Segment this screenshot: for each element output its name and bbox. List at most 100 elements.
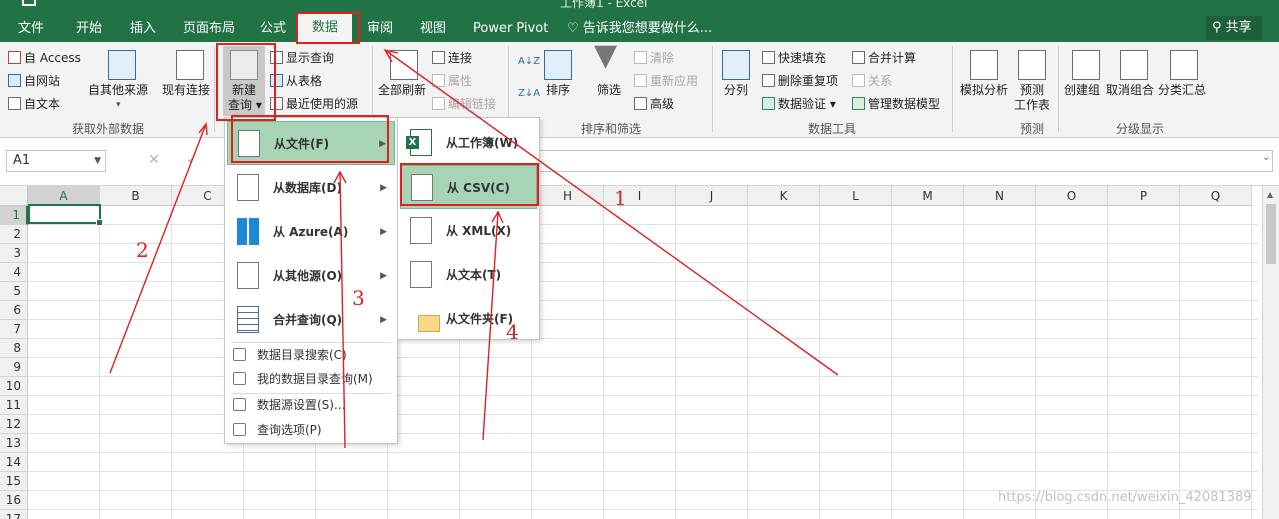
recent-sources-button[interactable]: 最近使用的源 [270, 96, 358, 112]
consolidate-button[interactable]: 合并计算 [852, 50, 916, 66]
row-header[interactable]: 7 [0, 320, 28, 339]
row-header[interactable]: 14 [0, 453, 28, 472]
tab-insert[interactable]: 插入 [128, 18, 158, 42]
data-validation-button[interactable]: 数据验证 ▾ [762, 96, 836, 112]
row-header[interactable]: 2 [0, 225, 28, 244]
create-group-button[interactable]: 创建组 [1064, 83, 1100, 98]
worksheet-grid[interactable] [28, 206, 1258, 519]
save-icon[interactable] [22, 0, 36, 6]
column-header[interactable]: K [748, 186, 820, 206]
sort-desc-icon[interactable]: Z↓A [518, 86, 540, 102]
sort-button[interactable]: 排序 [546, 83, 570, 98]
row-header[interactable]: 12 [0, 415, 28, 434]
row-header[interactable]: 16 [0, 491, 28, 510]
tell-me-search[interactable]: ♡ 告诉我您想要做什么... [567, 18, 712, 40]
advanced-filter-button[interactable]: 高级 [634, 96, 674, 112]
from-web-button[interactable]: 自网站 [8, 73, 60, 89]
cancel-icon[interactable]: ✕ [148, 152, 160, 168]
properties-button[interactable]: 属性 [432, 73, 472, 89]
sort-asc-icon[interactable]: A↓Z [518, 54, 540, 70]
row-header[interactable]: 1 [0, 206, 28, 225]
vertical-scrollbar[interactable]: ▲ [1262, 186, 1279, 519]
connections-button[interactable]: 连接 [432, 50, 472, 66]
row-header[interactable]: 10 [0, 377, 28, 396]
show-queries-button[interactable]: 显示查询 [270, 50, 334, 66]
forecast-sheet-label-1[interactable]: 预测 [1020, 83, 1044, 98]
flash-fill-button[interactable]: 快速填充 [762, 50, 826, 66]
from-table-button[interactable]: 从表格 [270, 73, 322, 89]
row-header[interactable]: 9 [0, 358, 28, 377]
ungroup-button[interactable]: 取消组合 [1106, 83, 1154, 98]
tab-power-pivot[interactable]: Power Pivot [471, 18, 550, 42]
relationships-button[interactable]: 关系 [852, 73, 892, 89]
group-data-tools: 数据工具 [808, 122, 857, 136]
highlight-data-tab [296, 12, 360, 44]
menu-from-database[interactable]: 从数据库(D) ▶ [227, 166, 395, 210]
manage-data-model-button[interactable]: 管理数据模型 [852, 96, 940, 112]
row-header[interactable]: 6 [0, 301, 28, 320]
row-header[interactable]: 4 [0, 263, 28, 282]
from-text-button[interactable]: 自文本 [8, 96, 60, 112]
what-if-analysis-button[interactable]: 模拟分析 [960, 83, 1008, 98]
excel-icon [406, 129, 432, 156]
filter-button[interactable]: 筛选 [597, 83, 621, 98]
existing-connections-button[interactable]: 现有连接 [162, 83, 210, 98]
menu-from-azure[interactable]: 从 Azure(A) ▶ [227, 210, 395, 254]
column-header[interactable]: A [28, 186, 100, 206]
row-header[interactable]: 3 [0, 244, 28, 263]
column-header[interactable]: H [532, 186, 604, 206]
menu-my-catalog-queries[interactable]: 我的数据目录查询(M) [229, 368, 393, 390]
clear-filter-button[interactable]: 清除 [634, 50, 674, 66]
formula-input[interactable] [520, 150, 1273, 172]
column-header[interactable]: B [100, 186, 172, 206]
column-header[interactable]: Q [1180, 186, 1252, 206]
column-header[interactable]: J [676, 186, 748, 206]
refresh-all-button[interactable]: 全部刷新 [378, 83, 426, 98]
text-file-icon [8, 97, 21, 110]
menu-query-options[interactable]: 查询选项(P) [229, 419, 393, 441]
edit-links-button[interactable]: 编辑链接 [432, 96, 496, 112]
row-header[interactable]: 8 [0, 339, 28, 358]
tab-file[interactable]: 文件 [16, 18, 46, 42]
text-to-columns-button[interactable]: 分列 [724, 83, 748, 98]
menu-data-source-settings[interactable]: 数据源设置(S)... [229, 394, 393, 416]
column-header[interactable]: M [892, 186, 964, 206]
column-header[interactable]: O [1036, 186, 1108, 206]
highlight-from-csv [400, 163, 539, 206]
column-header[interactable]: L [820, 186, 892, 206]
name-box[interactable]: A1 ▼ [6, 150, 106, 172]
column-header[interactable]: N [964, 186, 1036, 206]
from-other-sources-button[interactable]: 自其他来源 [88, 83, 148, 98]
other-source-icon [237, 262, 259, 289]
menu-from-workbook[interactable]: 从工作簿(W) [400, 121, 537, 165]
reapply-button[interactable]: 重新应用 [634, 73, 698, 89]
menu-catalog-search[interactable]: 数据目录搜索(C) [229, 344, 393, 366]
scroll-up-icon[interactable]: ▲ [1267, 190, 1273, 199]
menu-from-xml[interactable]: 从 XML(X) [400, 209, 537, 253]
menu-from-text[interactable]: 从文本(T) [400, 253, 537, 297]
expand-formula-icon[interactable]: ⌄ [1262, 152, 1270, 163]
row-header[interactable]: 11 [0, 396, 28, 415]
subtotal-button[interactable]: 分类汇总 [1158, 83, 1206, 98]
tab-formulas[interactable]: 公式 [258, 18, 288, 42]
row-header[interactable]: 5 [0, 282, 28, 301]
tab-page-layout[interactable]: 页面布局 [181, 18, 237, 42]
select-all-corner[interactable] [0, 186, 28, 206]
share-button[interactable]: ⚲ 共享 [1206, 16, 1262, 40]
remove-duplicates-button[interactable]: 删除重复项 [762, 73, 838, 89]
row-header[interactable]: 17 [0, 510, 28, 519]
scroll-thumb[interactable] [1266, 204, 1276, 264]
row-header[interactable]: 13 [0, 434, 28, 453]
menu-combine-queries[interactable]: 合并查询(Q) ▶ [227, 298, 395, 342]
from-access-button[interactable]: 自 Access [8, 50, 81, 66]
enter-icon[interactable]: ✓ [186, 152, 198, 168]
menu-from-other-sources[interactable]: 从其他源(O) ▶ [227, 254, 395, 298]
consolidate-icon [852, 51, 865, 64]
column-header[interactable]: P [1108, 186, 1180, 206]
tab-home[interactable]: 开始 [74, 18, 104, 42]
tab-review[interactable]: 审阅 [365, 18, 395, 42]
row-header[interactable]: 15 [0, 472, 28, 491]
ribbon-separator [214, 46, 215, 132]
active-cell-a1[interactable] [28, 204, 103, 226]
tab-view[interactable]: 视图 [418, 18, 448, 42]
